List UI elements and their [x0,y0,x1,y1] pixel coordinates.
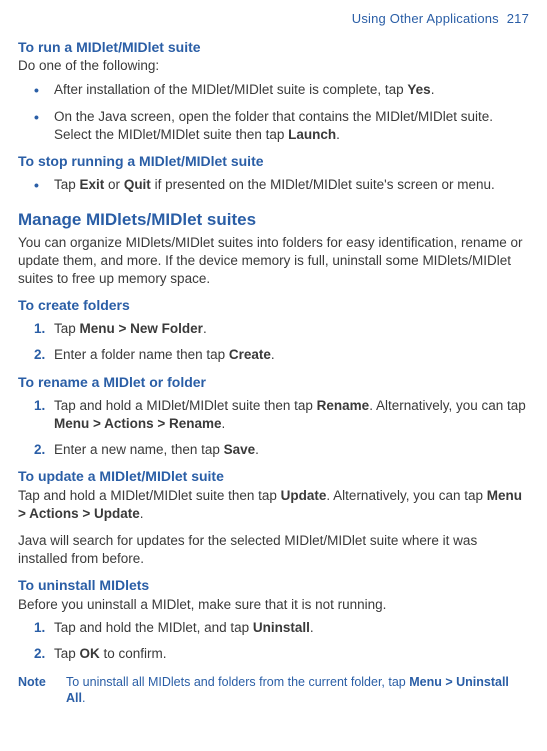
step-number: 1. [34,320,54,338]
note-text: To uninstall all MIDlets and folders fro… [66,674,529,708]
bullet-item: • On the Java screen, open the folder th… [18,108,529,144]
manage-intro: You can organize MIDlets/MIDlet suites i… [18,234,529,289]
step-text: Tap and hold the MIDlet, and tap Uninsta… [54,619,529,637]
bullet-text: On the Java screen, open the folder that… [54,108,529,144]
run-bullets: • After installation of the MIDlet/MIDle… [18,81,529,144]
bullet-icon: • [34,108,54,144]
num-item: 2. Enter a folder name then tap Create. [18,346,529,364]
section-title-rename: To rename a MIDlet or folder [18,373,529,392]
page-header: Using Other Applications 217 [18,10,529,28]
note-label: Note [18,674,66,708]
step-number: 1. [34,619,54,637]
num-item: 2. Enter a new name, then tap Save. [18,441,529,459]
bullet-item: • After installation of the MIDlet/MIDle… [18,81,529,100]
update-para1: Tap and hold a MIDlet/MIDlet suite then … [18,487,529,523]
step-number: 1. [34,397,54,433]
create-steps: 1. Tap Menu > New Folder. 2. Enter a fol… [18,320,529,364]
step-text: Enter a new name, then tap Save. [54,441,529,459]
step-number: 2. [34,346,54,364]
section-title-run: To run a MIDlet/MIDlet suite [18,38,529,57]
section-title-uninstall: To uninstall MIDlets [18,576,529,595]
bullet-item: • Tap Exit or Quit if presented on the M… [18,176,529,195]
num-item: 1. Tap and hold a MIDlet/MIDlet suite th… [18,397,529,433]
section-title-manage: Manage MIDlets/MIDlet suites [18,209,529,232]
step-text: Enter a folder name then tap Create. [54,346,529,364]
section-title-update: To update a MIDlet/MIDlet suite [18,467,529,486]
step-text: Tap OK to confirm. [54,645,529,663]
uninstall-intro: Before you uninstall a MIDlet, make sure… [18,596,529,614]
step-number: 2. [34,441,54,459]
bullet-icon: • [34,176,54,195]
step-number: 2. [34,645,54,663]
page-number: 217 [507,11,529,26]
uninstall-steps: 1. Tap and hold the MIDlet, and tap Unin… [18,619,529,663]
section-title-stop: To stop running a MIDlet/MIDlet suite [18,152,529,171]
bullet-text: Tap Exit or Quit if presented on the MID… [54,176,529,195]
update-para2: Java will search for updates for the sel… [18,532,529,568]
stop-bullets: • Tap Exit or Quit if presented on the M… [18,176,529,195]
num-item: 1. Tap Menu > New Folder. [18,320,529,338]
num-item: 1. Tap and hold the MIDlet, and tap Unin… [18,619,529,637]
header-label: Using Other Applications [352,11,499,26]
rename-steps: 1. Tap and hold a MIDlet/MIDlet suite th… [18,397,529,460]
note-row: Note To uninstall all MIDlets and folder… [18,674,529,708]
section-title-create: To create folders [18,296,529,315]
run-intro: Do one of the following: [18,57,529,75]
bullet-text: After installation of the MIDlet/MIDlet … [54,81,529,100]
bullet-icon: • [34,81,54,100]
num-item: 2. Tap OK to confirm. [18,645,529,663]
step-text: Tap and hold a MIDlet/MIDlet suite then … [54,397,529,433]
step-text: Tap Menu > New Folder. [54,320,529,338]
